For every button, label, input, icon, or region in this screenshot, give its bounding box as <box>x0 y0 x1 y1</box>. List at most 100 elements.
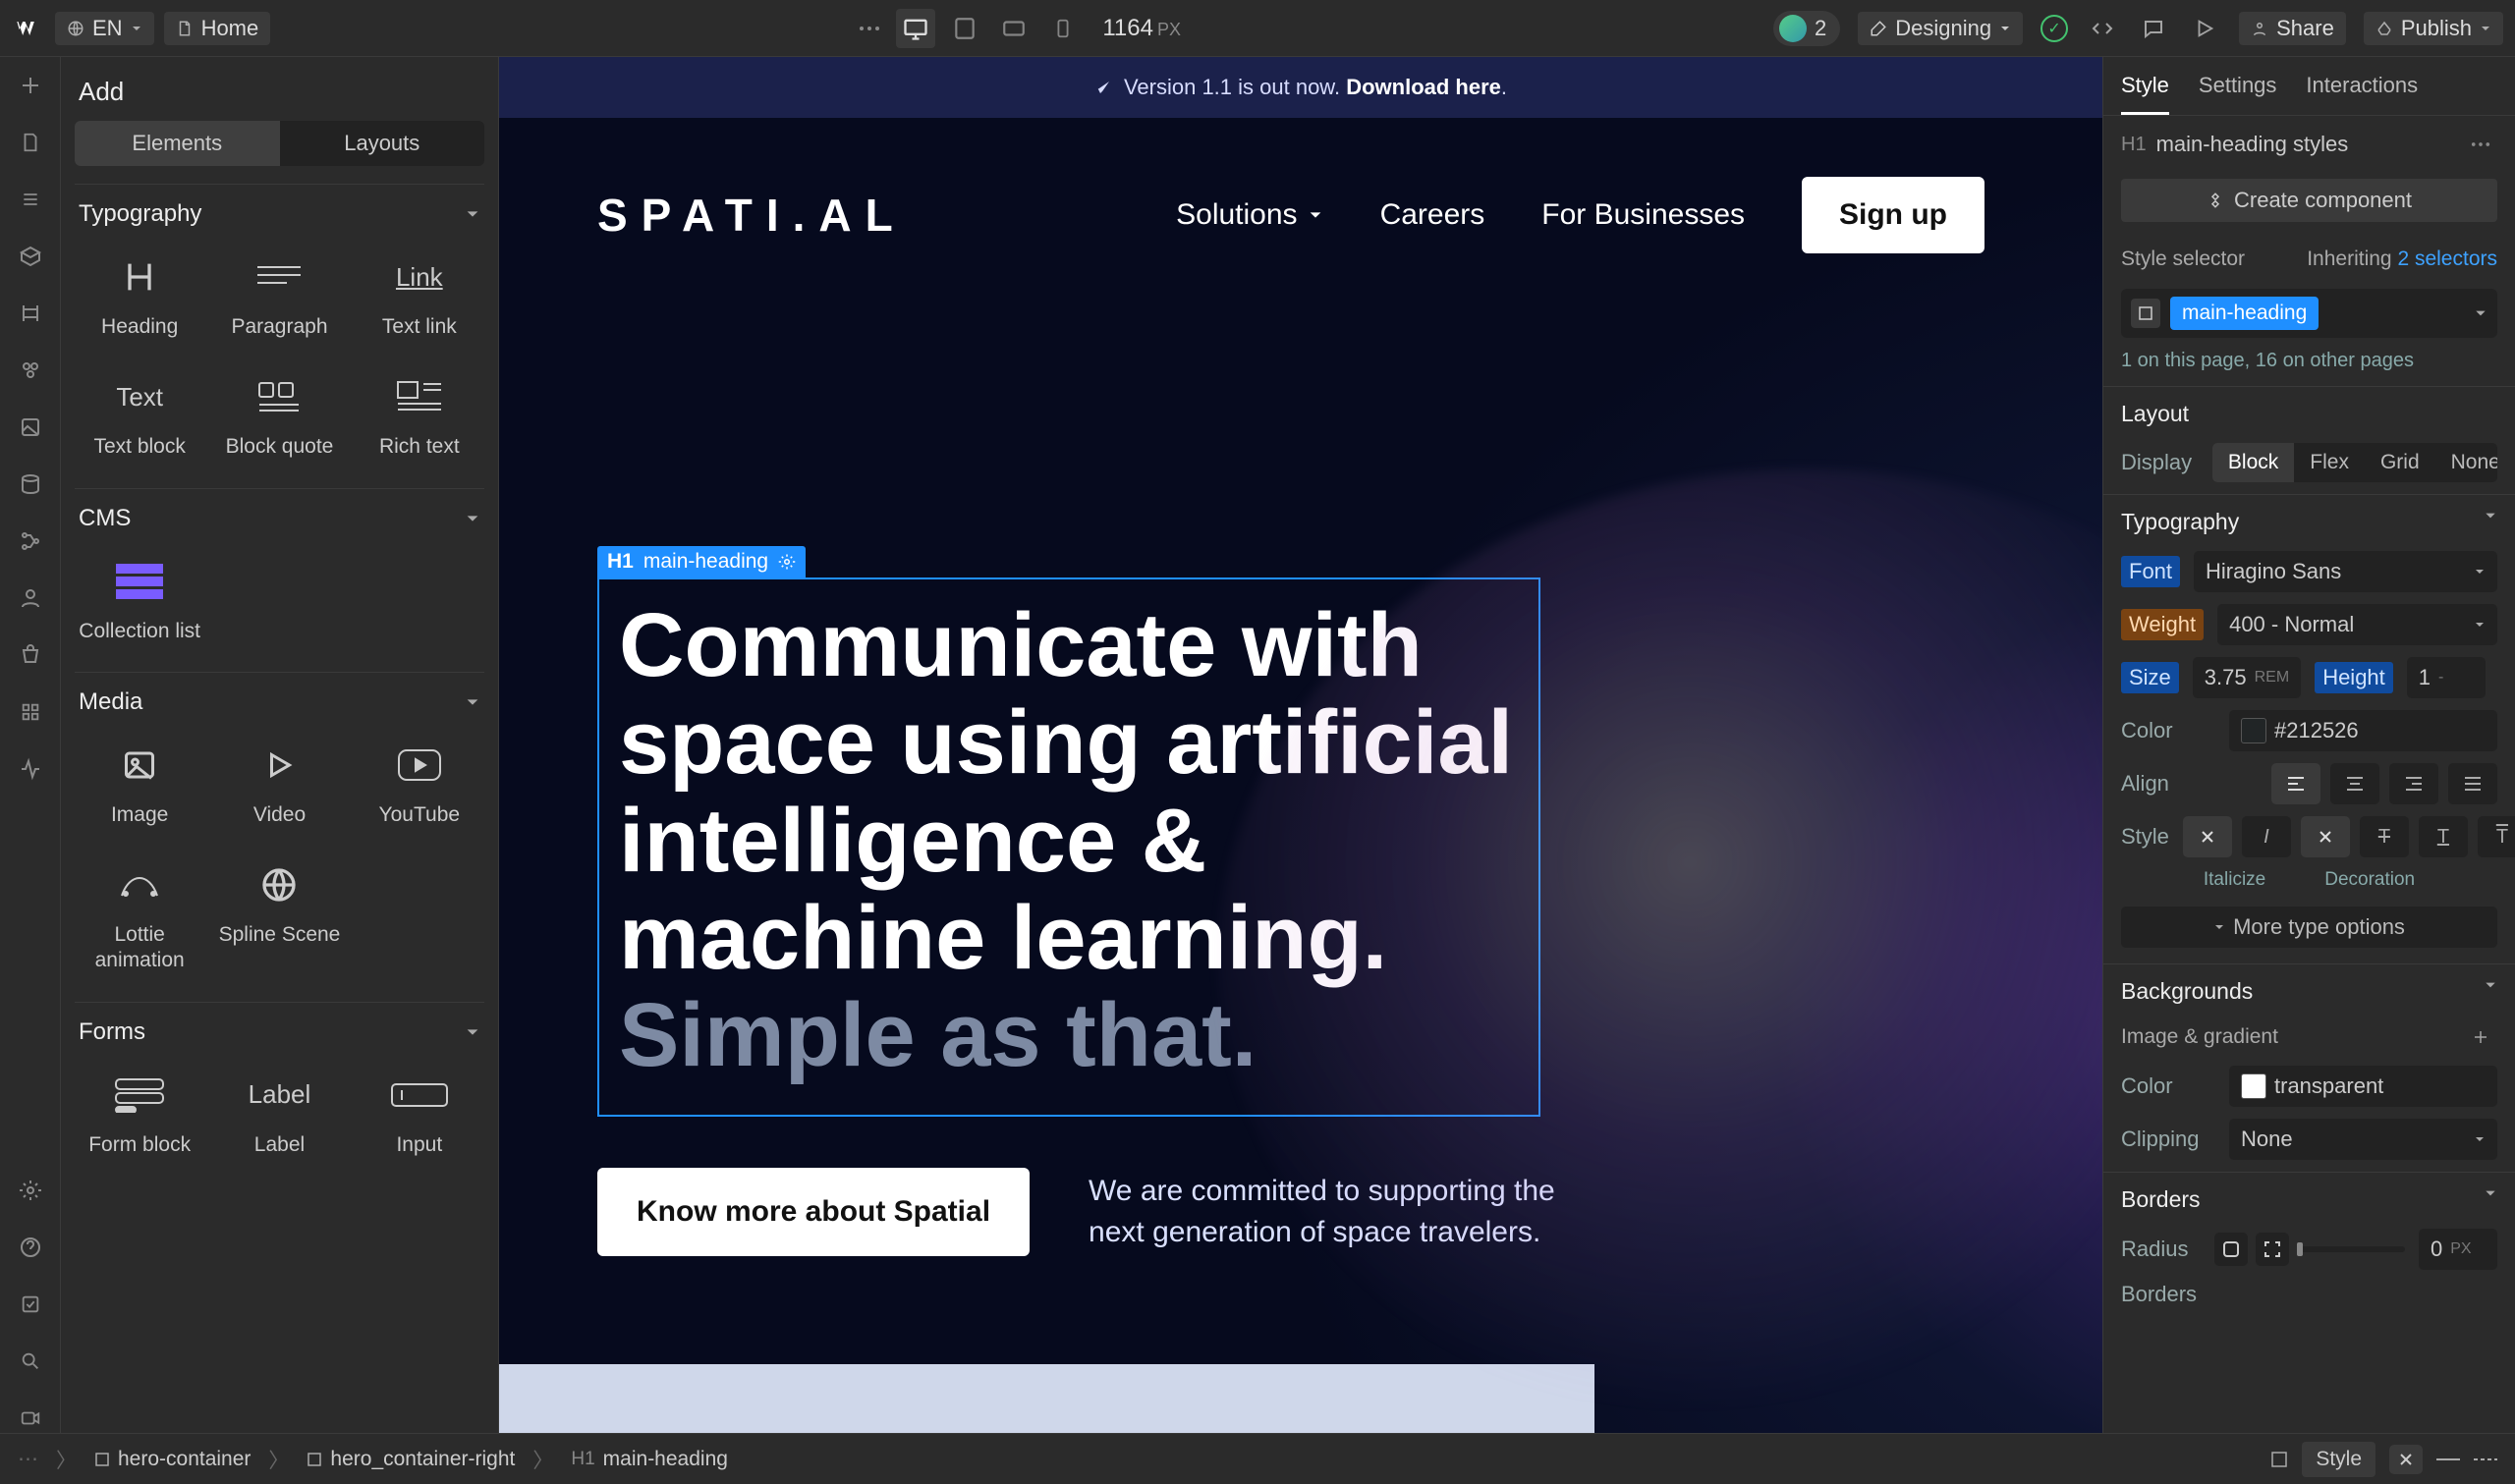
radius-individual-icon[interactable] <box>2256 1233 2289 1266</box>
language-switcher[interactable]: EN <box>55 12 154 45</box>
crumb-style-button[interactable]: Style <box>2302 1442 2375 1477</box>
crumb-hero-container[interactable]: hero-container <box>94 1448 251 1471</box>
create-component-button[interactable]: Create component <box>2121 179 2497 222</box>
tile-label[interactable]: LabelLabel <box>214 1060 344 1170</box>
settings-icon[interactable] <box>16 1176 45 1205</box>
section-typography[interactable]: Typography <box>75 200 484 242</box>
device-tablet-landscape[interactable] <box>945 9 984 48</box>
align-center[interactable] <box>2330 763 2379 804</box>
cms-icon[interactable] <box>16 469 45 499</box>
selection-tag[interactable]: H1 main-heading <box>597 546 806 577</box>
tab-interactions[interactable]: Interactions <box>2306 73 2418 115</box>
variables-icon[interactable] <box>16 299 45 328</box>
announcement-banner[interactable]: Version 1.1 is out now. Download here. <box>499 57 2102 118</box>
align-left[interactable] <box>2271 763 2320 804</box>
tile-youtube[interactable]: YouTube <box>355 730 484 840</box>
tile-rich-text[interactable]: Rich text <box>355 361 484 471</box>
display-none[interactable]: None <box>2435 443 2497 482</box>
apps-icon[interactable] <box>16 697 45 727</box>
crumb-border-style[interactable] <box>2436 1456 2460 1463</box>
font-select[interactable]: Hiragino Sans <box>2194 551 2497 592</box>
styles-icon[interactable] <box>16 356 45 385</box>
collaborators[interactable]: 2 <box>1773 11 1840 46</box>
breadcrumb-overflow[interactable]: ⋯ <box>18 1447 38 1471</box>
canvas[interactable]: Version 1.1 is out now. Download here. S… <box>499 57 2102 1433</box>
site-brand[interactable]: SPATI.AL <box>597 189 907 242</box>
decoration-none[interactable] <box>2301 816 2350 857</box>
size-input[interactable]: 3.75REM <box>2193 657 2301 698</box>
italic-off[interactable] <box>2183 816 2232 857</box>
section-media[interactable]: Media <box>75 688 484 730</box>
tile-block-quote[interactable]: Block quote <box>214 361 344 471</box>
element-more-icon[interactable] <box>2464 128 2497 161</box>
weight-select[interactable]: 400 - Normal <box>2217 604 2497 645</box>
selected-element[interactable]: H1 main-heading Communicate with space u… <box>597 577 1540 1117</box>
align-right[interactable] <box>2389 763 2438 804</box>
decoration-overline[interactable]: T <box>2478 816 2515 857</box>
navigator-icon[interactable] <box>16 185 45 214</box>
clipping-select[interactable]: None <box>2229 1119 2497 1160</box>
crumb-main-heading[interactable]: H1main-heading <box>571 1448 728 1471</box>
align-justify[interactable] <box>2448 763 2497 804</box>
device-tablet[interactable] <box>994 9 1034 48</box>
hero-heading[interactable]: Communicate with space using artificial … <box>619 597 1519 1085</box>
inheriting-link[interactable]: 2 selectors <box>2397 247 2497 270</box>
ecommerce-icon[interactable] <box>16 640 45 670</box>
radius-input[interactable]: 0PX <box>2419 1229 2497 1270</box>
video-tutorial-icon[interactable] <box>16 1403 45 1433</box>
add-icon[interactable] <box>16 71 45 100</box>
textcolor-input[interactable]: #212526 <box>2229 710 2497 751</box>
tab-elements[interactable]: Elements <box>75 121 280 166</box>
tile-text-block[interactable]: TextText block <box>75 361 204 471</box>
help-icon[interactable] <box>16 1233 45 1262</box>
lineheight-input[interactable]: 1- <box>2407 657 2486 698</box>
add-bg-icon[interactable] <box>2464 1020 2497 1054</box>
preview-icon[interactable] <box>2188 12 2221 45</box>
display-flex[interactable]: Flex <box>2294 443 2365 482</box>
gear-icon[interactable] <box>778 553 796 571</box>
mode-switcher[interactable]: Designing <box>1858 12 2023 45</box>
display-block[interactable]: Block <box>2212 443 2294 482</box>
layout-section-title[interactable]: Layout <box>2121 401 2189 427</box>
tile-spline[interactable]: Spline Scene <box>214 850 344 986</box>
borders-section-title[interactable]: Borders <box>2121 1186 2201 1213</box>
nav-solutions[interactable]: Solutions <box>1176 198 1322 232</box>
section-cms[interactable]: CMS <box>75 505 484 546</box>
typography-section-title[interactable]: Typography <box>2121 509 2239 535</box>
style-selector-input[interactable]: main-heading <box>2121 289 2497 338</box>
more-type-options[interactable]: More type options <box>2121 907 2497 948</box>
code-icon[interactable] <box>2086 12 2119 45</box>
backgrounds-section-title[interactable]: Backgrounds <box>2121 978 2253 1005</box>
selector-mode-icon[interactable] <box>2131 299 2160 328</box>
components-icon[interactable] <box>16 242 45 271</box>
tile-form-block[interactable]: Form block <box>75 1060 204 1170</box>
crumb-hero-container-right[interactable]: hero_container-right <box>307 1448 515 1471</box>
crumb-close[interactable] <box>2389 1445 2423 1474</box>
search-icon[interactable] <box>16 1347 45 1376</box>
users-icon[interactable] <box>16 583 45 613</box>
radius-uniform-icon[interactable] <box>2214 1233 2248 1266</box>
nav-businesses[interactable]: For Businesses <box>1541 198 1745 232</box>
content-block[interactable] <box>499 1364 1594 1433</box>
radius-slider[interactable] <box>2297 1246 2405 1252</box>
device-desktop[interactable] <box>896 9 935 48</box>
tile-image[interactable]: Image <box>75 730 204 840</box>
decoration-underline[interactable]: T <box>2419 816 2468 857</box>
bgcolor-input[interactable]: transparent <box>2229 1066 2497 1107</box>
audit-icon[interactable] <box>16 1290 45 1319</box>
tile-paragraph[interactable]: Paragraph <box>214 242 344 352</box>
tile-lottie[interactable]: Lottie animation <box>75 850 204 986</box>
tab-settings[interactable]: Settings <box>2199 73 2277 115</box>
tile-collection-list[interactable]: Collection list <box>75 546 204 656</box>
nav-careers[interactable]: Careers <box>1380 198 1485 232</box>
chevron-down-icon[interactable] <box>2474 306 2487 320</box>
tile-video[interactable]: Video <box>214 730 344 840</box>
comments-icon[interactable] <box>2137 12 2170 45</box>
tab-layouts[interactable]: Layouts <box>280 121 485 166</box>
crumb-box-icon[interactable] <box>2270 1451 2288 1468</box>
selector-tag[interactable]: main-heading <box>2170 297 2319 330</box>
tile-heading[interactable]: Heading <box>75 242 204 352</box>
display-grid[interactable]: Grid <box>2365 443 2435 482</box>
app-logo[interactable] <box>12 12 45 45</box>
status-ok-icon[interactable]: ✓ <box>2040 15 2068 42</box>
